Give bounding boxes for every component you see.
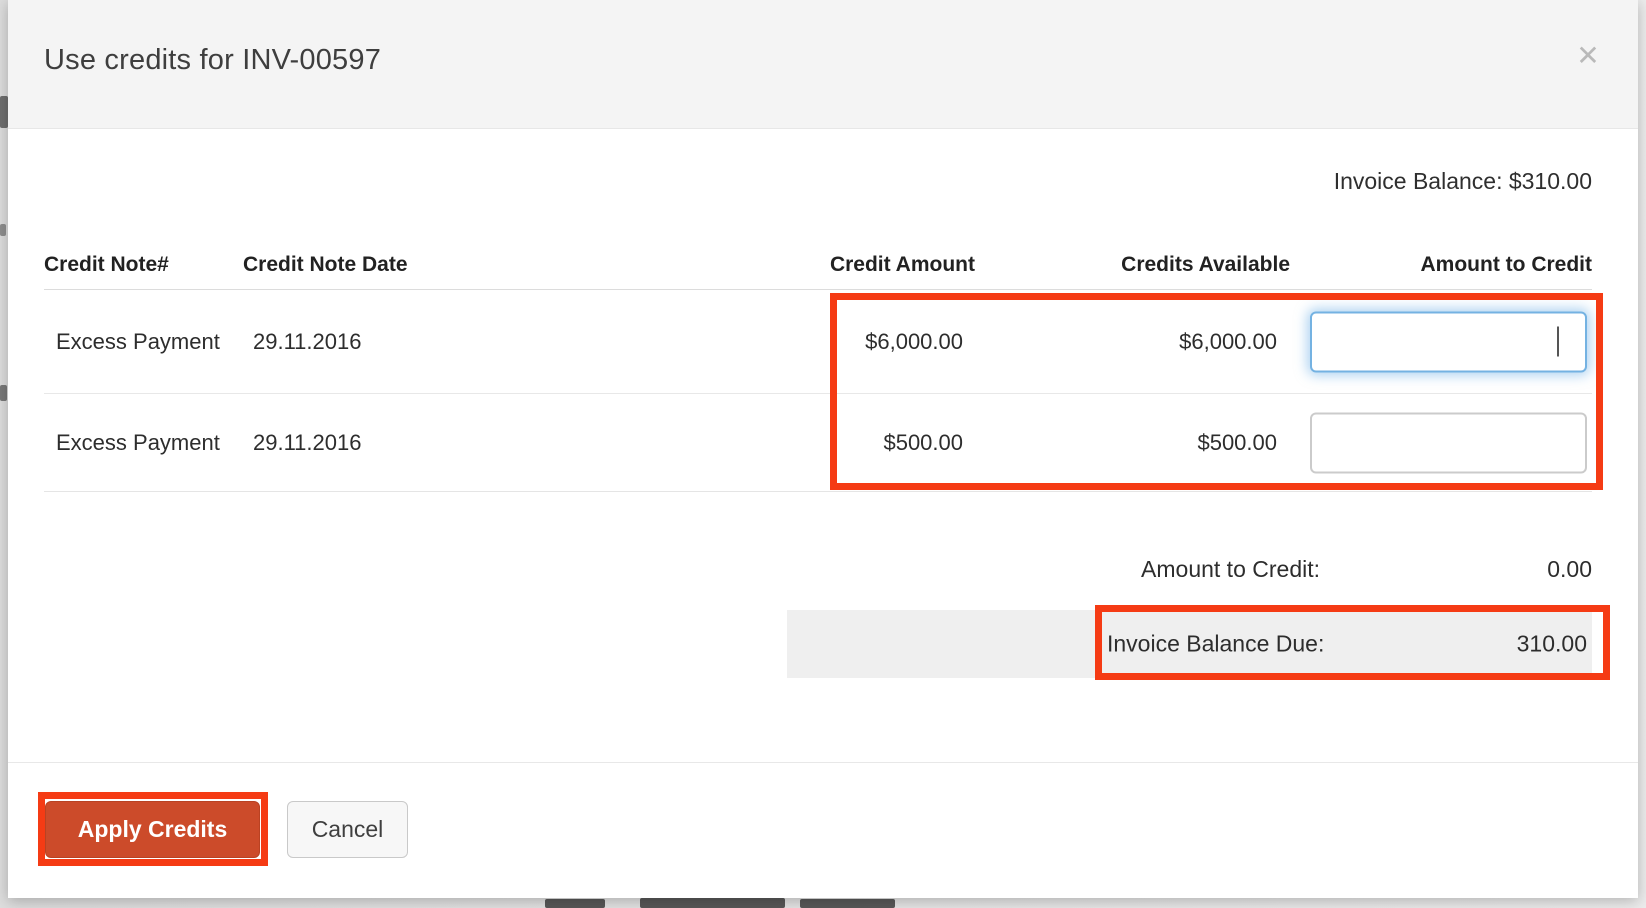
credit-amount: $6,000.00 <box>865 329 963 355</box>
cancel-button[interactable]: Cancel <box>287 801 408 858</box>
credits-available: $6,000.00 <box>1179 329 1277 355</box>
modal-header: Use credits for INV-00597 ✕ <box>8 0 1638 129</box>
col-header-credits-available: Credits Available <box>1121 253 1290 277</box>
footer-divider <box>8 762 1638 763</box>
col-header-credit-amount: Credit Amount <box>830 253 975 277</box>
backdrop-smudge <box>0 385 7 401</box>
amount-to-credit-input-row-1[interactable] <box>1310 311 1587 372</box>
close-icon[interactable]: ✕ <box>1568 36 1608 76</box>
backdrop-content-fragment <box>640 898 785 908</box>
text-cursor <box>1557 327 1559 357</box>
table-row: Excess Payment 29.11.2016 $6,000.00 $6,0… <box>44 290 1592 393</box>
amount-to-credit-input-row-2[interactable] <box>1310 412 1587 473</box>
credit-amount: $500.00 <box>883 430 963 456</box>
credits-available: $500.00 <box>1197 430 1277 456</box>
amount-to-credit-label: Amount to Credit: <box>1141 556 1320 583</box>
credit-note-name: Excess Payment <box>56 329 220 355</box>
invoice-balance-due-label: Invoice Balance Due: <box>1107 631 1324 658</box>
credits-table-header: Credit Note# Credit Note Date Credit Amo… <box>44 244 1592 290</box>
modal-title: Use credits for INV-00597 <box>44 44 381 77</box>
invoice-balance-due-bar: Invoice Balance Due: 310.00 <box>787 610 1592 678</box>
backdrop-content-fragment <box>545 899 605 908</box>
amount-to-credit-value: 0.00 <box>1547 556 1592 583</box>
credit-note-date: 29.11.2016 <box>253 430 361 456</box>
use-credits-modal: Use credits for INV-00597 ✕ Invoice Bala… <box>8 0 1638 898</box>
apply-credits-button[interactable]: Apply Credits <box>45 801 260 858</box>
col-header-credit-note: Credit Note# <box>44 253 169 277</box>
col-header-amount-to-credit: Amount to Credit <box>1421 253 1592 277</box>
credit-note-name: Excess Payment <box>56 430 220 456</box>
invoice-balance-due-value: 310.00 <box>1517 631 1587 658</box>
amount-to-credit-summary: Amount to Credit: 0.00 <box>44 556 1592 590</box>
table-row: Excess Payment 29.11.2016 $500.00 $500.0… <box>44 393 1592 492</box>
backdrop-smudge <box>0 96 8 128</box>
credit-note-date: 29.11.2016 <box>253 329 361 355</box>
backdrop-smudge <box>0 224 6 236</box>
backdrop-content-fragment <box>800 899 895 908</box>
col-header-credit-note-date: Credit Note Date <box>243 253 408 277</box>
invoice-balance-text: Invoice Balance: $310.00 <box>1334 168 1592 195</box>
